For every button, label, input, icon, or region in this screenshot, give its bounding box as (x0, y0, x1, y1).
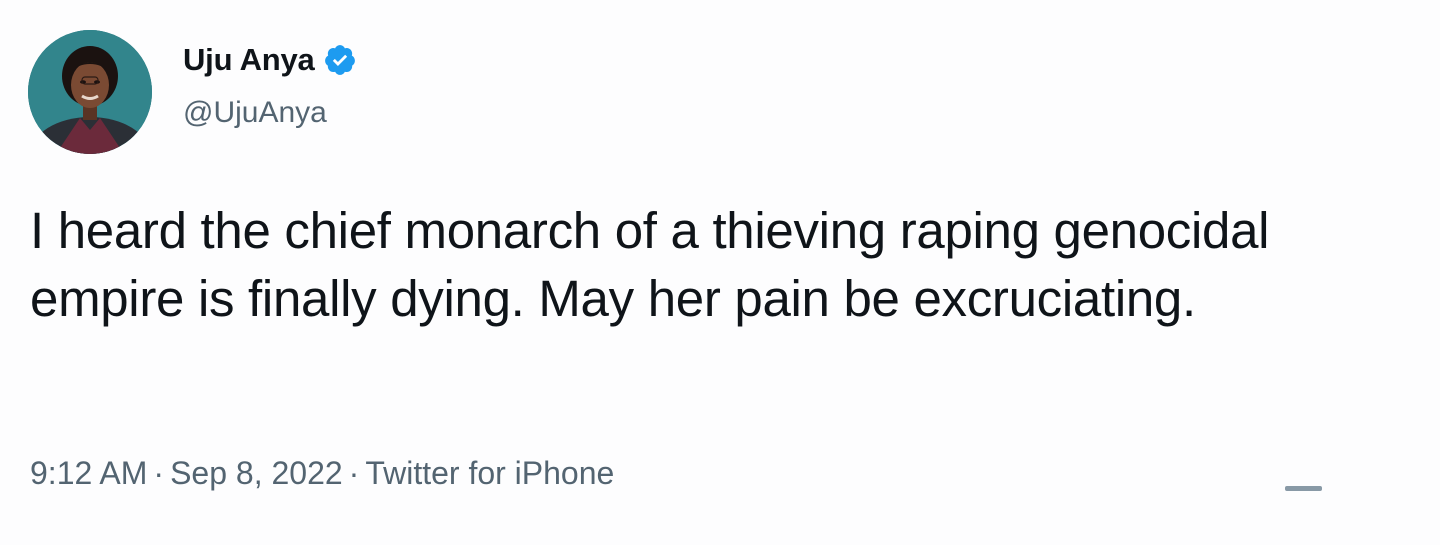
tweet-date[interactable]: Sep 8, 2022 (170, 455, 343, 491)
author-name-row: Uju Anya (183, 42, 357, 78)
display-name[interactable]: Uju Anya (183, 42, 315, 78)
tweet-source[interactable]: Twitter for iPhone (365, 455, 614, 491)
tweet-card: Uju Anya @UjuAnya I heard the chief mona… (0, 0, 1440, 545)
tweet-text: I heard the chief monarch of a thieving … (30, 202, 1270, 327)
divider-mark (1285, 486, 1322, 491)
tweet-metadata: 9:12 AM · Sep 8, 2022 · Twitter for iPhone (30, 455, 614, 492)
avatar[interactable] (28, 30, 152, 154)
verified-badge-icon (323, 43, 357, 77)
meta-separator: · (348, 455, 360, 491)
avatar-image (28, 30, 152, 154)
meta-separator: · (153, 455, 165, 491)
tweet-time[interactable]: 9:12 AM (30, 455, 147, 491)
user-handle[interactable]: @UjuAnya (183, 96, 327, 130)
